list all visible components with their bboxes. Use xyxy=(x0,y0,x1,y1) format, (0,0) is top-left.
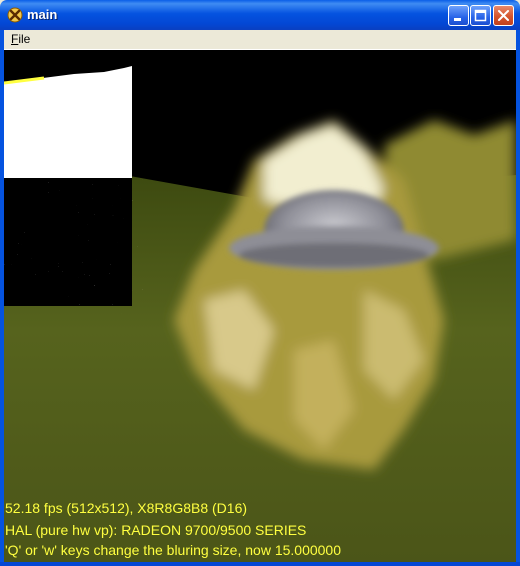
menu-file-rest: ile xyxy=(18,32,31,46)
title-bar[interactable]: main xyxy=(0,0,520,30)
menu-file[interactable]: File xyxy=(11,32,30,46)
minimize-button[interactable] xyxy=(448,5,469,26)
close-button[interactable] xyxy=(493,5,514,26)
minimize-icon xyxy=(454,18,461,21)
menu-bar: File xyxy=(4,30,516,50)
hud-blur-line: 'Q' or 'w' keys change the bluring size,… xyxy=(5,542,341,558)
close-icon xyxy=(498,10,509,21)
window-border-bottom xyxy=(0,562,520,566)
hud-device-line: HAL (pure hw vp): RADEON 9700/9500 SERIE… xyxy=(5,522,307,538)
render-viewport[interactable]: 52.18 fps (512x512), X8R8G8B8 (D16) HAL … xyxy=(4,50,516,562)
rendered-scene xyxy=(4,50,516,562)
maximize-button[interactable] xyxy=(470,5,491,26)
app-window: main File 52.18 fps (512x512), X8R8G8B8 … xyxy=(0,0,520,566)
maximize-icon xyxy=(474,9,487,22)
window-title: main xyxy=(27,7,58,22)
window-border-right xyxy=(516,30,520,562)
directx-x-icon xyxy=(7,7,23,23)
minimap-panel xyxy=(4,60,132,306)
hud-fps-line: 52.18 fps (512x512), X8R8G8B8 (D16) xyxy=(5,500,248,516)
